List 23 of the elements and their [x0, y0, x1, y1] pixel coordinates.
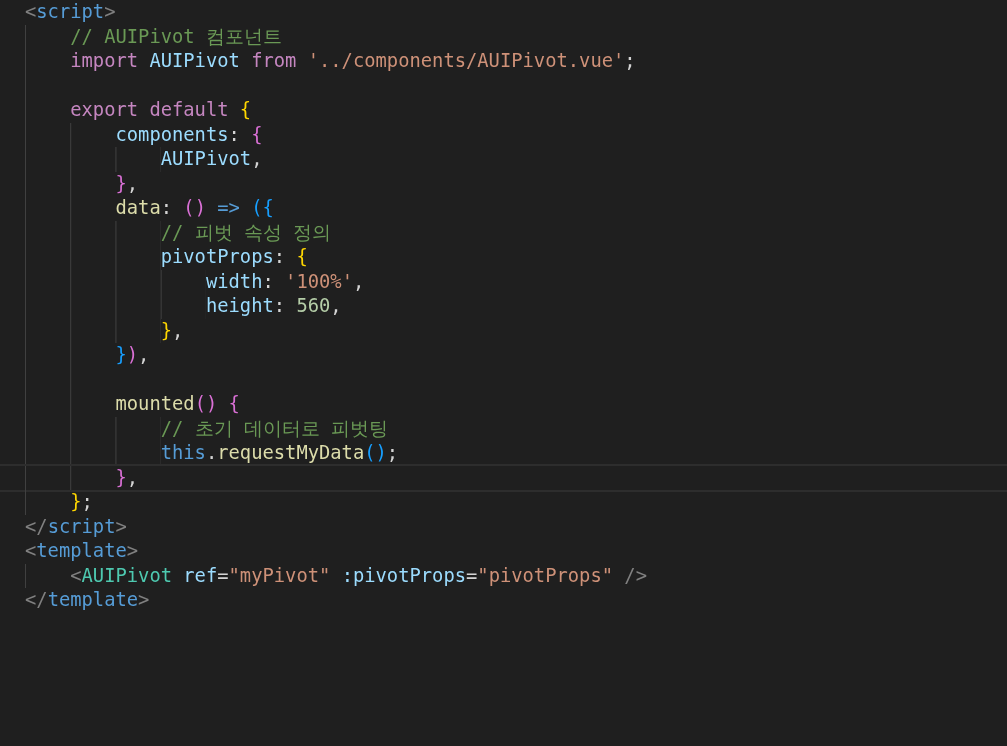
code-line: mounted() { [115, 392, 240, 416]
code-line: data: () => ({ [115, 196, 274, 220]
code-line: }; [70, 490, 93, 514]
code-line: height: 560, [205, 294, 342, 318]
code-line: export default { [70, 98, 252, 122]
code-line: <script> [25, 0, 116, 24]
code-line: pivotProps: { [160, 245, 308, 269]
code-line: }, [115, 465, 139, 490]
code-line: </script> [25, 514, 127, 539]
code-line: <AUIPivot ref="myPivot" :pivotProps="pivotProps" /> [70, 563, 647, 588]
code-line: AUIPivot, [160, 147, 263, 171]
code-line: width: '100%', [205, 269, 365, 294]
code-line: // 초기 데이터로 피벗팅 [160, 416, 389, 441]
code-line: // AUIPivot 컴포넌트 [70, 24, 282, 49]
code-line: }, [115, 171, 139, 196]
code-line: components: { [115, 122, 263, 147]
code-line: }), [115, 343, 150, 367]
code-line: // 피벗 속성 정의 [160, 220, 332, 245]
code-line: import AUIPivot from '../components/AUIPivot.vue'; [70, 49, 636, 73]
code-line: }, [160, 318, 184, 343]
code-line: </template> [25, 588, 150, 612]
code-line: <template> [25, 539, 139, 563]
code-line: this.requestMyData(); [160, 441, 399, 465]
